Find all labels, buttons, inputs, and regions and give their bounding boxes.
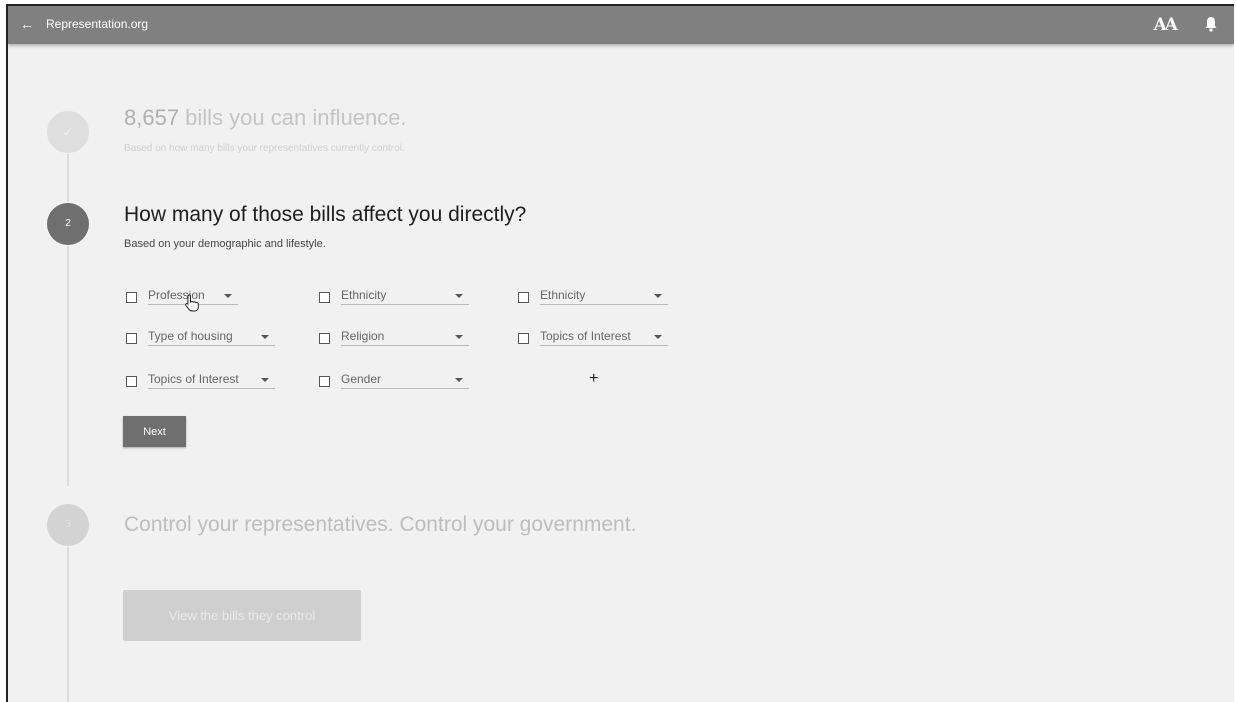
chevron-down-icon — [654, 294, 662, 298]
chevron-down-icon — [455, 294, 463, 298]
bell-icon[interactable] — [1204, 16, 1218, 32]
ethnicity-checkbox-2[interactable] — [518, 292, 529, 303]
top-bar: ← Representation.org AA — [8, 6, 1234, 44]
step-3-title: Control your representatives. Control yo… — [124, 513, 637, 536]
chevron-down-icon — [455, 335, 463, 339]
religion-checkbox[interactable] — [319, 333, 330, 344]
progress-rail — [67, 547, 69, 702]
view-bills-button[interactable]: View the bills they control — [123, 590, 361, 641]
next-button[interactable]: Next — [123, 416, 186, 447]
ethnicity-dropdown[interactable]: Ethnicity — [341, 286, 469, 305]
step-2-marker: 2 — [47, 203, 89, 245]
gender-checkbox[interactable] — [319, 376, 330, 387]
step-3-marker: 3 — [47, 504, 89, 546]
step-2-subtitle: Based on your demographic and lifestyle. — [124, 238, 326, 250]
step-1-title-text: bills you can influence. — [179, 105, 407, 130]
religion-label: Religion — [341, 329, 385, 343]
bill-count: 8,657 — [124, 105, 180, 130]
chevron-down-icon — [654, 335, 662, 339]
step-1-title: 8,657 bills you can influence. — [124, 105, 407, 131]
housing-label: Type of housing — [148, 329, 233, 343]
step-1-subtitle: Based on how many bills your representat… — [124, 143, 405, 154]
gender-label: Gender — [341, 372, 382, 386]
step-1-marker: ✓ — [47, 111, 89, 153]
topics-checkbox[interactable] — [518, 333, 529, 344]
progress-rail — [67, 246, 69, 486]
topics-dropdown[interactable]: Topics of Interest — [540, 327, 668, 346]
progress-rail — [67, 154, 69, 202]
arrow-left-icon[interactable]: ← — [20, 15, 34, 33]
hand-cursor-icon — [185, 294, 199, 312]
topics-dropdown-2[interactable]: Topics of Interest — [148, 370, 275, 389]
app-window: ← Representation.org AA ✓ 8,657 bills yo… — [6, 4, 1234, 702]
font-size-icon[interactable]: AA — [1154, 15, 1178, 35]
religion-dropdown[interactable]: Religion — [341, 327, 469, 346]
chevron-down-icon — [455, 378, 463, 382]
ethnicity-checkbox[interactable] — [319, 292, 330, 303]
topics-label-2: Topics of Interest — [148, 372, 239, 386]
ethnicity-label-2: Ethnicity — [540, 288, 586, 302]
profession-checkbox[interactable] — [126, 292, 137, 303]
chevron-down-icon — [261, 378, 269, 382]
topics-checkbox-2[interactable] — [126, 376, 137, 387]
housing-dropdown[interactable]: Type of housing — [148, 327, 275, 346]
add-filter-plus-icon[interactable]: + — [589, 370, 598, 388]
step-2-title: How many of those bills affect you direc… — [124, 203, 527, 226]
chevron-down-icon — [224, 294, 232, 298]
ethnicity-dropdown-2[interactable]: Ethnicity — [540, 286, 668, 305]
app-title: Representation.org — [46, 17, 149, 31]
topics-label: Topics of Interest — [540, 329, 631, 343]
housing-checkbox[interactable] — [126, 333, 137, 344]
ethnicity-label: Ethnicity — [341, 288, 387, 302]
chevron-down-icon — [261, 335, 269, 339]
gender-dropdown[interactable]: Gender — [341, 370, 469, 389]
